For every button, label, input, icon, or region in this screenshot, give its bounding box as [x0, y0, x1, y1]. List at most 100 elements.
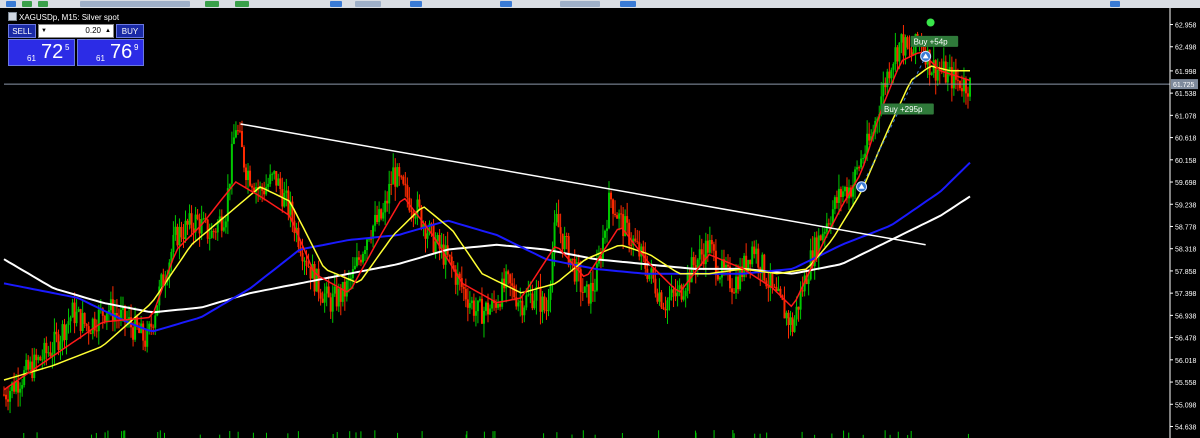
candle-body	[35, 354, 38, 361]
toolbar-button[interactable]	[235, 1, 249, 7]
candle-body	[841, 191, 844, 198]
candle-body	[73, 302, 76, 324]
candle-body	[426, 233, 429, 239]
candle-body	[571, 258, 574, 260]
candle-body	[329, 297, 332, 312]
candle-body	[827, 223, 830, 225]
toolbar-button[interactable]	[80, 1, 190, 7]
candle-body	[186, 220, 189, 225]
candle-body	[247, 170, 250, 181]
price-tick-label: 55.098	[1175, 402, 1197, 409]
candle-body	[757, 248, 760, 268]
candle-body	[105, 313, 108, 322]
candle-body	[513, 285, 516, 298]
candle-body	[795, 306, 798, 320]
candle-body	[69, 317, 72, 322]
candle-body	[557, 213, 560, 228]
candle-body	[376, 214, 379, 223]
lot-increase-icon[interactable]: ▲	[105, 28, 111, 34]
price-chart[interactable]: Buy +54p Buy +295p 62.958 62.498 61.998 61.5…	[0, 8, 1200, 438]
candle-body	[672, 289, 675, 293]
candle-body	[361, 253, 364, 263]
candle-body	[610, 192, 613, 200]
candle-body	[890, 69, 893, 79]
candle-body	[275, 171, 278, 186]
candle-body	[773, 286, 776, 288]
candle-body	[952, 69, 955, 89]
candle-body	[868, 133, 871, 141]
candle-body	[620, 213, 623, 215]
candle-body	[17, 381, 20, 393]
candle-body	[807, 279, 810, 285]
candle-body	[751, 246, 754, 265]
toolbar-button[interactable]	[22, 1, 32, 7]
take-profit-icon[interactable]	[926, 18, 935, 27]
candle-body	[882, 82, 885, 97]
buy-price-main: 76	[110, 41, 133, 63]
price-tick-label: 61.538	[1175, 91, 1197, 98]
candle-body	[616, 215, 619, 219]
sell-price-quote[interactable]: 61 72 5	[8, 39, 75, 66]
candle-body	[843, 187, 846, 192]
toolbar-button[interactable]	[330, 1, 342, 7]
candle-body	[172, 234, 175, 252]
candle-body	[404, 183, 407, 186]
toolbar-button[interactable]	[410, 1, 422, 7]
lot-size-value[interactable]: 0.20	[85, 26, 101, 35]
toolbar-button[interactable]	[1110, 1, 1120, 7]
candle-body	[210, 230, 213, 238]
sell-button[interactable]: SELL	[8, 24, 36, 38]
candle-body	[821, 233, 824, 241]
candle-body	[190, 213, 193, 229]
candle-body	[783, 299, 786, 319]
sell-price-prefix: 61	[27, 54, 36, 63]
chart-area[interactable]: Buy +54p Buy +295p 62.958 62.498 61.998 61.5…	[0, 8, 1200, 438]
candle-body	[388, 183, 391, 204]
toolbar-button[interactable]	[38, 1, 48, 7]
candle-body	[236, 130, 239, 132]
lot-decrease-icon[interactable]: ▼	[41, 28, 47, 34]
candle-body	[660, 292, 663, 308]
candle-body	[313, 263, 316, 292]
buy-button[interactable]: BUY	[116, 24, 144, 38]
candle-body	[27, 359, 30, 370]
candle-body	[684, 290, 687, 297]
price-tick-label: 61.078	[1175, 113, 1197, 120]
sell-price-main: 72	[41, 41, 64, 63]
chart-title-text: XAGUSDp, M15: Silver spot	[19, 13, 120, 22]
candle-body	[71, 302, 74, 318]
toolbar-button[interactable]	[205, 1, 219, 7]
candle-body	[355, 257, 358, 266]
toolbar-button[interactable]	[355, 1, 381, 7]
candle-body	[860, 158, 863, 168]
toolbar-button[interactable]	[500, 1, 512, 7]
candle-body	[712, 244, 715, 251]
candle-body	[359, 259, 362, 263]
candle-body	[21, 384, 24, 389]
candle-body	[49, 352, 52, 357]
candle-body	[301, 252, 304, 262]
candle-body	[858, 167, 861, 169]
candle-body	[791, 317, 794, 332]
candle-body	[325, 286, 328, 294]
candle-body	[630, 244, 633, 246]
toolbar-button[interactable]	[620, 1, 636, 7]
candle-body	[636, 241, 639, 243]
candle-body	[789, 317, 792, 326]
candle-body	[287, 190, 290, 215]
buy-price-quote[interactable]: 61 76 9	[77, 39, 144, 66]
candle-body	[41, 359, 44, 361]
candle-body	[238, 130, 241, 132]
candle-body	[793, 319, 796, 332]
candle-body	[319, 292, 322, 299]
toolbar-button[interactable]	[560, 1, 600, 7]
candle-body	[862, 158, 865, 160]
candle-body	[132, 327, 135, 340]
candle-body	[491, 300, 494, 309]
candle-body	[29, 361, 32, 370]
candle-body	[249, 170, 252, 186]
lot-size-input[interactable]: ▼ 0.20 ▲	[38, 24, 114, 38]
toolbar-button[interactable]	[6, 1, 16, 7]
candle-body	[654, 278, 657, 294]
candle-body	[708, 239, 711, 253]
